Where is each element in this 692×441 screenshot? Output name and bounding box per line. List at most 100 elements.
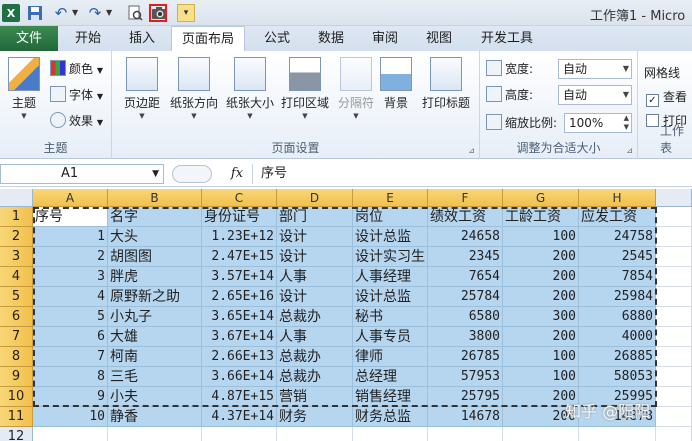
- column-header-d[interactable]: D: [277, 189, 353, 207]
- column-header-e[interactable]: E: [353, 189, 428, 207]
- tab-developer[interactable]: 开发工具: [470, 26, 544, 51]
- table-cell[interactable]: 6880: [579, 307, 656, 327]
- table-cell[interactable]: 9: [33, 387, 108, 407]
- table-cell[interactable]: 秘书: [353, 307, 428, 327]
- empty-cell[interactable]: [656, 227, 692, 247]
- tab-insert[interactable]: 插入: [116, 26, 168, 51]
- row-header-2[interactable]: 2: [0, 227, 33, 247]
- insert-function-button[interactable]: fx: [226, 164, 248, 184]
- row-header-11[interactable]: 11: [0, 407, 33, 427]
- table-cell[interactable]: 原野新之助: [108, 287, 202, 307]
- row-header-4[interactable]: 4: [0, 267, 33, 287]
- print-area-button[interactable]: 打印区域 ▼: [276, 57, 334, 120]
- table-cell[interactable]: 5: [33, 307, 108, 327]
- background-button[interactable]: 背景: [378, 57, 414, 111]
- header-cell[interactable]: 名字: [108, 207, 202, 227]
- paper-size-button[interactable]: 纸张大小 ▼: [222, 57, 278, 120]
- table-cell[interactable]: 2.66E+13: [202, 347, 277, 367]
- table-cell[interactable]: 设计: [277, 287, 353, 307]
- column-header-h[interactable]: H: [579, 189, 656, 207]
- column-header-f[interactable]: F: [428, 189, 503, 207]
- page-setup-launcher-icon[interactable]: ⊿: [468, 146, 475, 155]
- save-icon[interactable]: [26, 4, 44, 22]
- table-cell[interactable]: 设计: [277, 227, 353, 247]
- height-select[interactable]: 自动 ▼: [558, 85, 632, 105]
- table-cell[interactable]: 人事: [277, 327, 353, 347]
- table-cell[interactable]: 营销: [277, 387, 353, 407]
- table-cell[interactable]: 6: [33, 327, 108, 347]
- table-cell[interactable]: 2.65E+16: [202, 287, 277, 307]
- table-cell[interactable]: 销售经理: [353, 387, 428, 407]
- table-cell[interactable]: 人事专员: [353, 327, 428, 347]
- tab-file[interactable]: 文件: [0, 26, 58, 51]
- table-cell[interactable]: 设计实习生: [353, 247, 428, 267]
- table-cell[interactable]: 1: [33, 227, 108, 247]
- effects-button[interactable]: 效果 ▼: [50, 111, 103, 131]
- table-cell[interactable]: 200: [503, 327, 579, 347]
- column-header-b[interactable]: B: [108, 189, 202, 207]
- empty-cell[interactable]: [656, 287, 692, 307]
- themes-button[interactable]: 主题 ▼: [4, 57, 44, 120]
- table-cell[interactable]: 2345: [428, 247, 503, 267]
- table-cell[interactable]: 小夫: [108, 387, 202, 407]
- table-cell[interactable]: 2.47E+15: [202, 247, 277, 267]
- row-header-9[interactable]: 9: [0, 367, 33, 387]
- scale-stepper[interactable]: 100% ▲ ▼: [564, 113, 632, 133]
- empty-cell[interactable]: [656, 267, 692, 287]
- name-box-dropdown-icon[interactable]: ▼: [152, 165, 159, 183]
- table-cell[interactable]: 静香: [108, 407, 202, 427]
- scale-launcher-icon[interactable]: ⊿: [626, 146, 633, 155]
- empty-cell[interactable]: [108, 427, 202, 441]
- table-cell[interactable]: 3.67E+14: [202, 327, 277, 347]
- header-cell[interactable]: 应发工资: [579, 207, 656, 227]
- breaks-button[interactable]: 分隔符 ▼: [334, 57, 378, 120]
- table-cell[interactable]: 4000: [579, 327, 656, 347]
- table-cell[interactable]: 大头: [108, 227, 202, 247]
- table-cell[interactable]: 200: [503, 267, 579, 287]
- empty-cell[interactable]: [656, 347, 692, 367]
- excel-logo-icon[interactable]: X: [2, 4, 20, 22]
- table-cell[interactable]: 总经理: [353, 367, 428, 387]
- table-cell[interactable]: 设计总监: [353, 227, 428, 247]
- width-select[interactable]: 自动 ▼: [558, 59, 632, 79]
- table-cell[interactable]: 小丸子: [108, 307, 202, 327]
- tab-data[interactable]: 数据: [305, 26, 357, 51]
- table-cell[interactable]: 57953: [428, 367, 503, 387]
- table-cell[interactable]: 7: [33, 347, 108, 367]
- table-cell[interactable]: 100: [503, 227, 579, 247]
- table-cell[interactable]: 7854: [579, 267, 656, 287]
- table-cell[interactable]: 财务总监: [353, 407, 428, 427]
- table-cell[interactable]: 58053: [579, 367, 656, 387]
- table-cell[interactable]: 100: [503, 367, 579, 387]
- table-cell[interactable]: 财务: [277, 407, 353, 427]
- table-cell[interactable]: 3.66E+14: [202, 367, 277, 387]
- table-cell[interactable]: 4.87E+15: [202, 387, 277, 407]
- colors-button[interactable]: 颜色 ▼: [50, 59, 103, 79]
- empty-cell[interactable]: [277, 427, 353, 441]
- table-cell[interactable]: 柯南: [108, 347, 202, 367]
- empty-cell[interactable]: [656, 407, 692, 427]
- gridlines-view-checkbox[interactable]: ✓ 查看: [646, 87, 687, 107]
- undo-dropdown-icon[interactable]: ▼: [72, 8, 78, 17]
- table-cell[interactable]: 8: [33, 367, 108, 387]
- row-header-6[interactable]: 6: [0, 307, 33, 327]
- table-cell[interactable]: 3.65E+14: [202, 307, 277, 327]
- table-cell[interactable]: 24658: [428, 227, 503, 247]
- table-cell[interactable]: 14678: [428, 407, 503, 427]
- table-cell[interactable]: 2545: [579, 247, 656, 267]
- table-cell[interactable]: 2: [33, 247, 108, 267]
- header-cell[interactable]: 岗位: [353, 207, 428, 227]
- column-header-overflow[interactable]: [656, 189, 692, 207]
- empty-cell[interactable]: [353, 427, 428, 441]
- table-cell[interactable]: 4: [33, 287, 108, 307]
- scale-spin-icon[interactable]: ▲ ▼: [624, 114, 629, 132]
- customize-toolbar-icon[interactable]: ▾: [177, 4, 195, 22]
- table-cell[interactable]: 24758: [579, 227, 656, 247]
- table-cell[interactable]: 3: [33, 267, 108, 287]
- undo-icon[interactable]: ↶: [52, 4, 70, 22]
- formula-bar-splitter[interactable]: [172, 165, 212, 183]
- empty-cell[interactable]: [656, 327, 692, 347]
- name-box[interactable]: A1 ▼: [0, 164, 164, 184]
- margins-button[interactable]: 页边距 ▼: [118, 57, 166, 120]
- empty-cell[interactable]: [656, 387, 692, 407]
